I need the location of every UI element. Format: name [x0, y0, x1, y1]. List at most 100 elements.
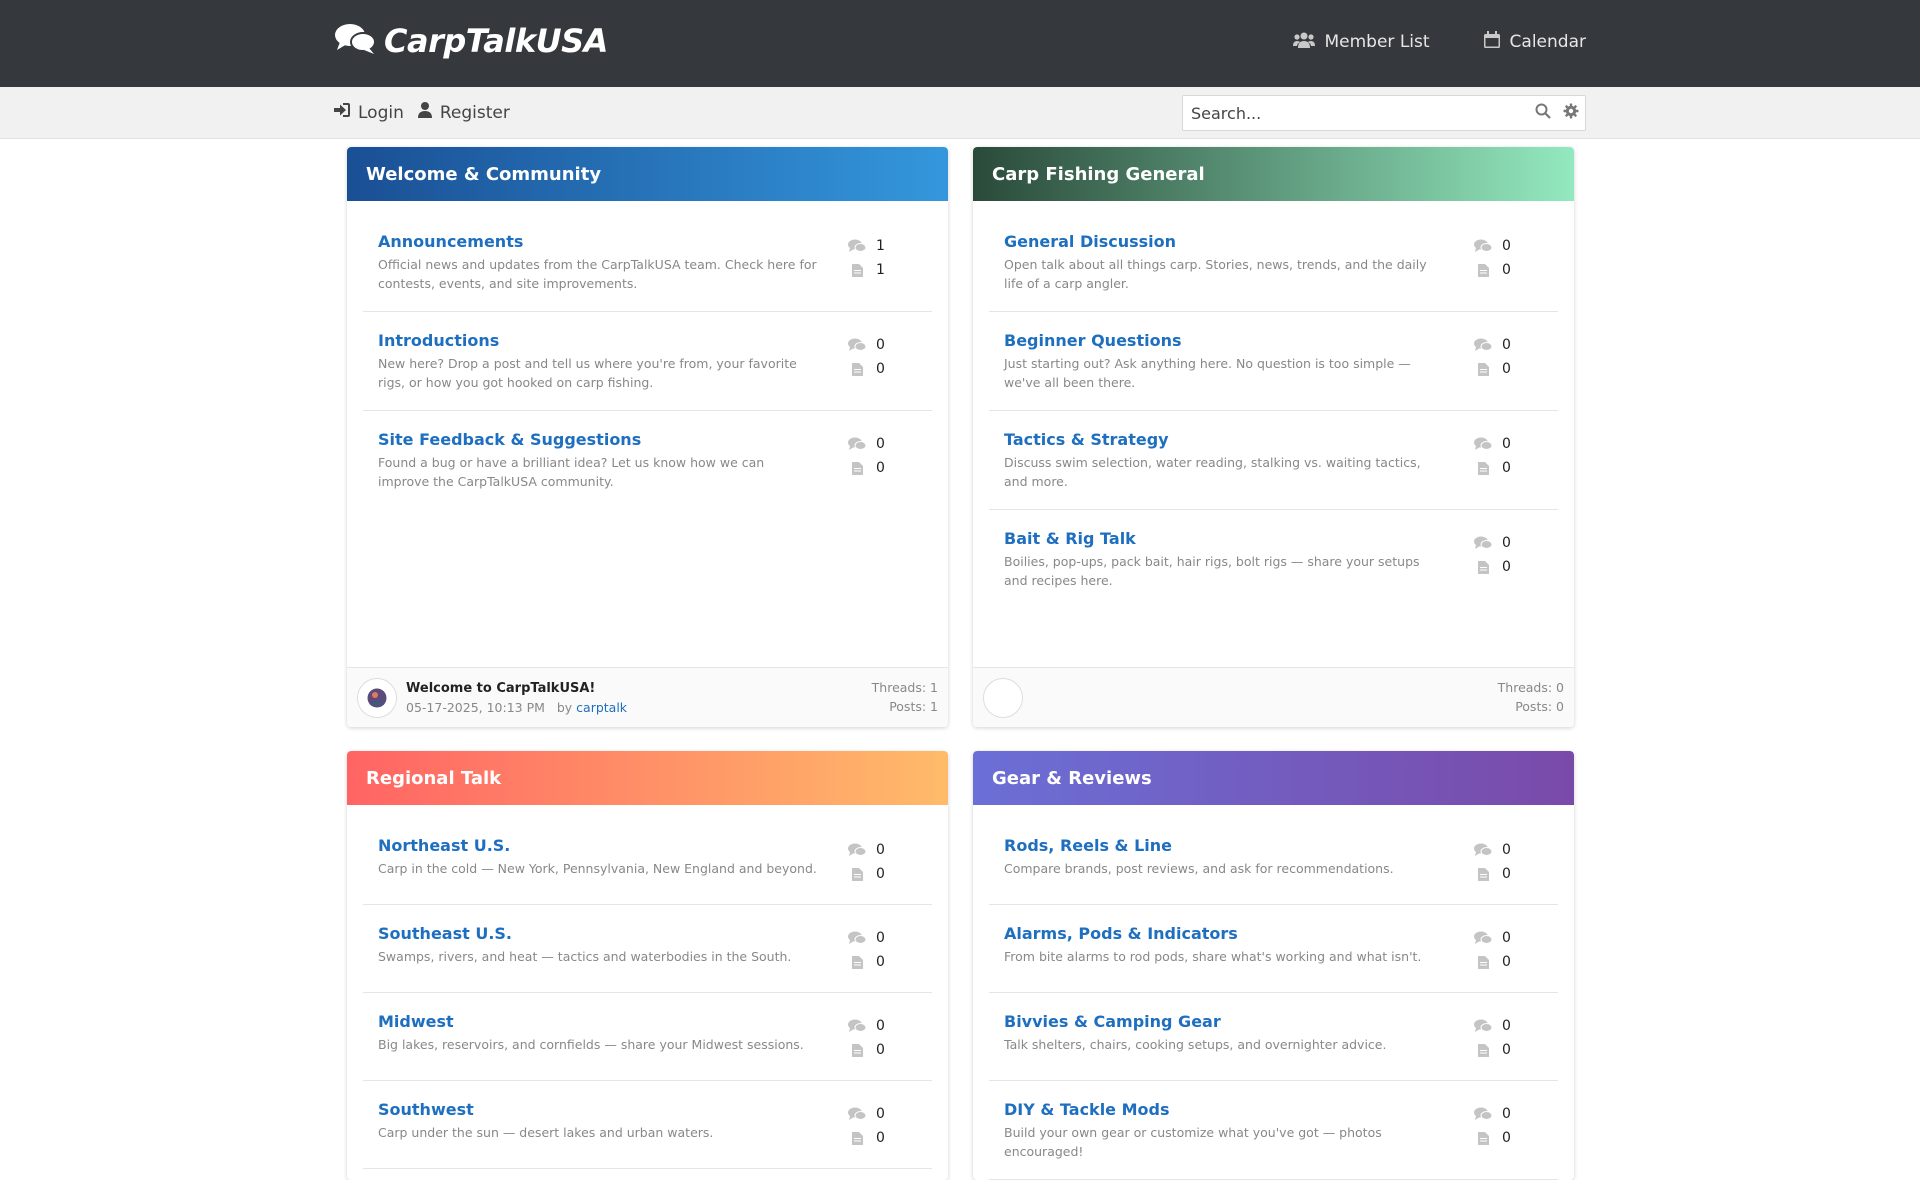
category-title: Carp Fishing General: [992, 163, 1205, 185]
posts-icon: [838, 362, 876, 376]
posts-count: 0: [876, 1130, 885, 1146]
category-header[interactable]: Gear & Reviews: [973, 751, 1574, 805]
category-footer: Welcome to CarpTalkUSA! 05-17-2025, 10:1…: [347, 667, 948, 727]
users-icon: [1292, 32, 1315, 53]
forum-list: General Discussion Open talk about all th…: [973, 201, 1574, 667]
search-icon: [1535, 103, 1551, 123]
forum-title-link[interactable]: Bivvies & Camping Gear: [1004, 1012, 1444, 1032]
brand-logo[interactable]: CarpTalkUSA: [334, 22, 608, 60]
forum-title-link[interactable]: Beginner Questions: [1004, 331, 1444, 351]
threads-icon: [838, 239, 876, 253]
calendar-link[interactable]: Calendar: [1483, 31, 1586, 53]
category-card-regional-talk: Regional Talk Northeast U.S. Carp in the …: [347, 751, 948, 1180]
forum-row: Northeast U.S. Carp in the cold — New Yor…: [363, 817, 932, 905]
category-threads: Threads: 1: [871, 680, 938, 695]
sign-in-icon: [334, 102, 350, 123]
forum-title-link[interactable]: Site Feedback & Suggestions: [378, 430, 818, 450]
forum-title-link[interactable]: Bait & Rig Talk: [1004, 529, 1444, 549]
forum-title-link[interactable]: Tactics & Strategy: [1004, 430, 1444, 450]
forum-list: Northeast U.S. Carp in the cold — New Yor…: [347, 805, 948, 1180]
posts-icon: [1464, 362, 1502, 376]
forum-row: Beginner Questions Just starting out? Ask…: [989, 312, 1558, 411]
forum-description: Discuss swim selection, water reading, s…: [1004, 455, 1421, 489]
forum-title-link[interactable]: Introductions: [378, 331, 818, 351]
threads-icon: [838, 338, 876, 352]
forum-row: General Discussion Open talk about all th…: [989, 213, 1558, 312]
search-input[interactable]: [1183, 103, 1529, 123]
category-counts: Threads: 1 Posts: 1: [872, 678, 938, 716]
forum-title-link[interactable]: Southwest: [378, 1100, 818, 1120]
posts-icon: [1464, 560, 1502, 574]
search-button[interactable]: [1529, 96, 1557, 130]
forum-title-link[interactable]: Southeast U.S.: [378, 924, 818, 944]
posts-icon: [838, 263, 876, 277]
forum-description: Boilies, pop-ups, pack bait, hair rigs, …: [1004, 554, 1420, 588]
forum-row: Site Feedback & Suggestions Found a bug o…: [363, 411, 932, 509]
posts-icon: [838, 955, 876, 969]
threads-icon: [1464, 536, 1502, 550]
forum-stats: 0 0: [838, 430, 932, 491]
calendar-label: Calendar: [1509, 32, 1586, 52]
posts-icon: [1464, 1043, 1502, 1057]
forum-title-link[interactable]: Rods, Reels & Line: [1004, 836, 1444, 856]
forum-description: Open talk about all things carp. Stories…: [1004, 257, 1427, 291]
threads-count: 0: [876, 930, 885, 946]
category-header[interactable]: Carp Fishing General: [973, 147, 1574, 201]
category-posts: Posts: 0: [1515, 699, 1564, 714]
category-footer: Threads: 0 Posts: 0: [973, 667, 1574, 727]
posts-icon: [1464, 867, 1502, 881]
last-post-author-link[interactable]: carptalk: [576, 700, 627, 715]
forum-stats: 0 0: [1464, 430, 1558, 491]
forum-row: Midwest Big lakes, reservoirs, and cornfi…: [363, 993, 932, 1081]
forum-row: Bait & Rig Talk Boilies, pop-ups, pack ba…: [989, 510, 1558, 608]
last-post-date: 05-17-2025, 10:13 PM: [406, 699, 545, 715]
posts-icon: [838, 867, 876, 881]
register-link[interactable]: Register: [417, 102, 510, 123]
advanced-search-button[interactable]: [1557, 96, 1585, 130]
forum-title-link[interactable]: General Discussion: [1004, 232, 1444, 252]
forum-list: Rods, Reels & Line Compare brands, post r…: [973, 805, 1574, 1180]
forum-stats: 0 0: [1464, 232, 1558, 293]
forum-description: Carp in the cold — New York, Pennsylvani…: [378, 861, 817, 876]
forum-title-link[interactable]: Northeast U.S.: [378, 836, 818, 856]
threads-count: 0: [1502, 1018, 1511, 1034]
threads-icon: [838, 437, 876, 451]
login-link[interactable]: Login: [334, 102, 404, 123]
member-list-label: Member List: [1324, 32, 1430, 52]
login-label: Login: [358, 102, 404, 123]
avatar[interactable]: [357, 677, 397, 718]
calendar-icon: [1483, 31, 1500, 53]
forum-description: Found a bug or have a brilliant idea? Le…: [378, 455, 765, 489]
forum-description: Compare brands, post reviews, and ask fo…: [1004, 861, 1394, 876]
forum-stats: 0 0: [838, 836, 932, 886]
forum-title-link[interactable]: Alarms, Pods & Indicators: [1004, 924, 1444, 944]
auth-links: Login Register: [334, 102, 510, 123]
posts-count: 0: [1502, 460, 1511, 476]
posts-count: 0: [876, 460, 885, 476]
last-post-title[interactable]: Welcome to CarpTalkUSA!: [406, 679, 627, 698]
forum-stats: 0 0: [1464, 331, 1558, 392]
posts-count: 0: [1502, 559, 1511, 575]
category-header[interactable]: Regional Talk: [347, 751, 948, 805]
threads-icon: [1464, 437, 1502, 451]
category-title: Welcome & Community: [366, 163, 602, 185]
posts-count: 0: [876, 361, 885, 377]
member-list-link[interactable]: Member List: [1292, 31, 1430, 53]
posts-icon: [838, 461, 876, 475]
forum-title-link[interactable]: Midwest: [378, 1012, 818, 1032]
last-post: Welcome to CarpTalkUSA! 05-17-2025, 10:1…: [406, 679, 627, 717]
threads-icon: [1464, 843, 1502, 857]
top-nav: Member List Calendar: [1292, 31, 1586, 53]
category-grid: Welcome & Community Announcements Officia…: [347, 147, 1574, 1180]
search-box: [1182, 95, 1586, 131]
gear-icon: [1563, 103, 1579, 123]
forum-stats: 0 0: [838, 331, 932, 392]
forum-title-link[interactable]: DIY & Tackle Mods: [1004, 1100, 1444, 1120]
category-card-carp-fishing-general: Carp Fishing General General Discussion O…: [973, 147, 1574, 727]
category-title: Gear & Reviews: [992, 767, 1152, 789]
forum-row: Bivvies & Camping Gear Talk shelters, cha…: [989, 993, 1558, 1081]
forum-title-link[interactable]: Announcements: [378, 232, 818, 252]
sub-navbar: Login Register: [0, 87, 1920, 139]
category-header[interactable]: Welcome & Community: [347, 147, 948, 201]
posts-icon: [838, 1043, 876, 1057]
